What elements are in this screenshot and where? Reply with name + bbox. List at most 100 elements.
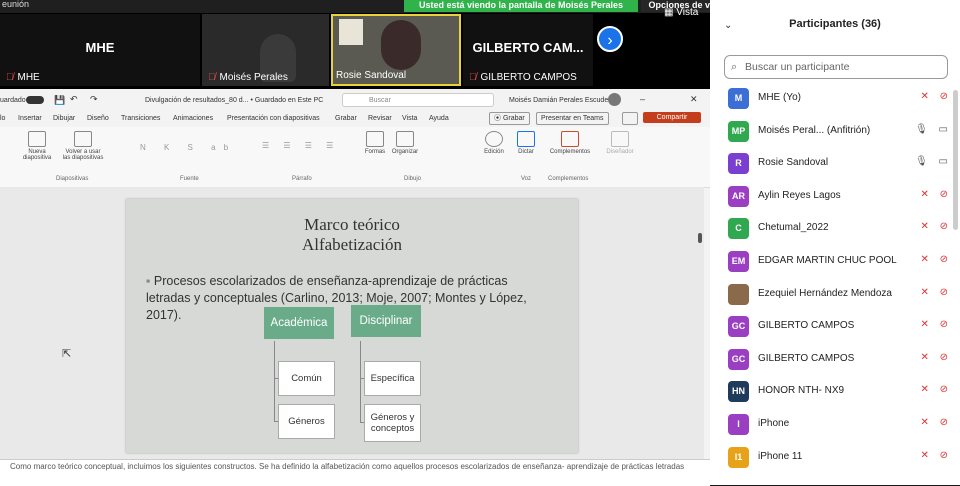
dictate-button[interactable]: Dictar xyxy=(512,131,540,155)
participant-name: Rosie Sandoval xyxy=(758,157,829,169)
vista-button[interactable]: ▦ Vista xyxy=(664,7,698,18)
participant-name: GILBERTO CAMPOS xyxy=(758,352,855,364)
present-teams-button[interactable]: Presentar en Teams xyxy=(536,112,609,125)
font-format-buttons[interactable]: N K S ab xyxy=(140,143,236,152)
menu-animaciones[interactable]: Animaciones xyxy=(173,115,213,122)
comments-icon[interactable] xyxy=(622,112,638,125)
participant-name: MHE (Yo) xyxy=(758,92,801,103)
participant-search-input[interactable]: ⌕ Buscar un participante xyxy=(724,55,948,79)
menu-ayuda[interactable]: Ayuda xyxy=(429,115,449,122)
tile-label: Rosie Sandoval xyxy=(336,70,407,81)
mic-icon xyxy=(517,131,535,147)
group-label: Diapositivas xyxy=(56,176,89,182)
participant-name: Ezequiel Hernández Mendoza xyxy=(758,287,892,299)
new-slide-icon xyxy=(28,131,46,147)
menu-home[interactable]: lo xyxy=(0,115,5,122)
shapes-button[interactable]: Formas xyxy=(362,131,388,155)
slide[interactable]: Marco teórico Alfabetización ▪ Procesos … xyxy=(126,199,578,453)
menu-diseno[interactable]: Diseño xyxy=(87,115,109,122)
menu-insertar[interactable]: Insertar xyxy=(18,115,42,122)
video-tile-mhe[interactable]: MHE 🎙̸ MHE xyxy=(0,14,200,86)
participant-status-icons: ✕ ⊘ xyxy=(920,221,952,233)
slide-workspace: Marco teórico Alfabetización ▪ Procesos … xyxy=(0,187,704,459)
node-generos[interactable]: Géneros xyxy=(278,404,335,439)
ppt-close-icon[interactable]: ✕ xyxy=(690,94,698,105)
slide-scrollbar[interactable] xyxy=(698,233,702,243)
avatar: R xyxy=(728,153,749,175)
arrange-button[interactable]: Organizar xyxy=(389,131,421,155)
designer-button[interactable]: Diseñador xyxy=(600,131,640,155)
autosave-toggle[interactable] xyxy=(26,96,44,104)
participant-status-icons: 🎙 ▭ xyxy=(915,156,952,168)
shapes-icon xyxy=(366,131,384,147)
video-tile-gilberto[interactable]: GILBERTO CAM... 🎙̸ GILBERTO CAMPOS xyxy=(463,14,593,86)
participant-row[interactable]: MP Moisés Peral... (Anfitrión) 🎙 ▭ xyxy=(724,120,952,144)
participant-row[interactable]: C Chetumal_2022 ✕ ⊘ xyxy=(724,217,952,241)
participant-row[interactable]: GC GILBERTO CAMPOS ✕ ⊘ xyxy=(724,315,952,339)
menu-revisar[interactable]: Revisar xyxy=(368,115,392,122)
video-tile-rosie[interactable]: Rosie Sandoval xyxy=(331,14,461,86)
participant-name: Moisés Peral... (Anfitrión) xyxy=(758,124,871,136)
speaker-notes[interactable]: Como marco teórico conceptual, incluimos… xyxy=(0,459,710,486)
menu-vista[interactable]: Vista xyxy=(402,115,417,122)
participant-row[interactable]: R Rosie Sandoval 🎙 ▭ xyxy=(724,152,952,176)
menu-dibujar[interactable]: Dibujar xyxy=(53,115,75,122)
addins-icon xyxy=(561,131,579,147)
participant-row[interactable]: IiPhone ✕ ⊘ xyxy=(724,413,952,437)
redo-icon[interactable]: ↷ xyxy=(90,94,98,105)
avatar: GC xyxy=(728,348,749,370)
grid-icon: ▦ xyxy=(664,7,677,18)
avatar: I xyxy=(728,414,749,435)
node-especifica[interactable]: Específica xyxy=(364,361,421,396)
undo-icon[interactable]: ↶ xyxy=(70,94,78,105)
ppt-title-bar: uardado 💾 ↶ ↷ Divulgación de resultados_… xyxy=(0,89,710,111)
video-strip: MHE 🎙̸ MHE 🎙̸ Moisés Perales Rosie Sandova… xyxy=(0,13,710,89)
menu-transiciones[interactable]: Transiciones xyxy=(121,115,160,122)
editing-button[interactable]: Edición xyxy=(480,131,508,155)
participant-name: GILBERTO CAMPOS xyxy=(758,320,855,332)
node-disciplinar[interactable]: Disciplinar xyxy=(351,305,421,337)
participant-status-icons: ✕ ⊘ xyxy=(920,417,952,428)
participant-row[interactable]: Ezequiel Hernández Mendoza ✕ ⊘ xyxy=(724,283,952,307)
participants-title: Participantes (36) xyxy=(789,18,881,30)
addins-button[interactable]: Complementos xyxy=(546,131,594,155)
person-silhouette xyxy=(381,20,421,70)
mic-muted-icon: 🎙̸ xyxy=(6,72,14,83)
participant-status-icons: ✕ ⊘ xyxy=(920,286,952,298)
participant-name: HONOR NTH- NX9 xyxy=(758,385,845,397)
participant-row[interactable]: I1 iPhone 11 ✕ ⊘ xyxy=(724,446,952,470)
node-generos-conceptos[interactable]: Géneros y conceptos xyxy=(364,404,421,442)
menu-grabar[interactable]: Grabar xyxy=(335,115,357,122)
ppt-user-avatar[interactable] xyxy=(608,93,621,106)
reuse-slides-button[interactable]: Volver a usar las diapositivas xyxy=(62,131,104,161)
participant-row[interactable]: EM EDGAR MARTIN CHUC POOL ✕ ⊘ xyxy=(724,250,952,274)
participant-row[interactable]: GC GILBERTO CAMPOS ✕ ⊘ xyxy=(724,348,952,372)
mic-muted-icon: 🎙̸ xyxy=(469,72,477,83)
slide-bullet: ▪ Procesos escolarizados de enseñanza-ap… xyxy=(146,274,527,322)
video-tile-moises[interactable]: 🎙̸ Moisés Perales xyxy=(202,14,329,86)
group-label: Fuente xyxy=(180,176,199,182)
participant-status-icons: ✕ ⊘ xyxy=(920,91,952,102)
participant-status-icons: ✕ ⊘ xyxy=(920,254,952,265)
participant-row[interactable]: AR Aylin Reyes Lagos ✕ ⊘ xyxy=(724,185,952,209)
participant-status-icons: ✕ ⊘ xyxy=(920,188,952,200)
participant-name: Aylin Reyes Lagos xyxy=(758,189,841,201)
share-button[interactable]: Compartir xyxy=(643,112,701,123)
node-comun[interactable]: Común xyxy=(278,361,335,396)
next-videos-button[interactable]: › xyxy=(597,26,623,52)
avatar: C xyxy=(728,218,749,240)
group-label: Voz xyxy=(521,176,532,182)
menu-presentacion[interactable]: Presentación con diapositivas xyxy=(227,115,320,122)
diagram-connector xyxy=(274,341,275,421)
new-slide-button[interactable]: Nueva diapositiva xyxy=(20,131,54,161)
grabar-button[interactable]: ⦿ Grabar xyxy=(489,112,530,125)
participant-row[interactable]: M MHE (Yo) ✕ ⊘ xyxy=(724,87,952,111)
save-icon[interactable]: 💾 xyxy=(54,95,65,106)
ppt-search-box[interactable]: Buscar xyxy=(342,93,494,107)
paragraph-buttons[interactable]: ☰ ☰ ☰ ☰ xyxy=(262,141,339,150)
panel-scrollbar[interactable] xyxy=(953,90,958,230)
ppt-min-icon[interactable]: – xyxy=(640,94,645,104)
participant-row[interactable]: HN HONOR NTH- NX9 ✕ ⊘ xyxy=(724,380,952,404)
avatar: I1 xyxy=(728,446,749,468)
node-academica[interactable]: Académica xyxy=(264,307,334,339)
